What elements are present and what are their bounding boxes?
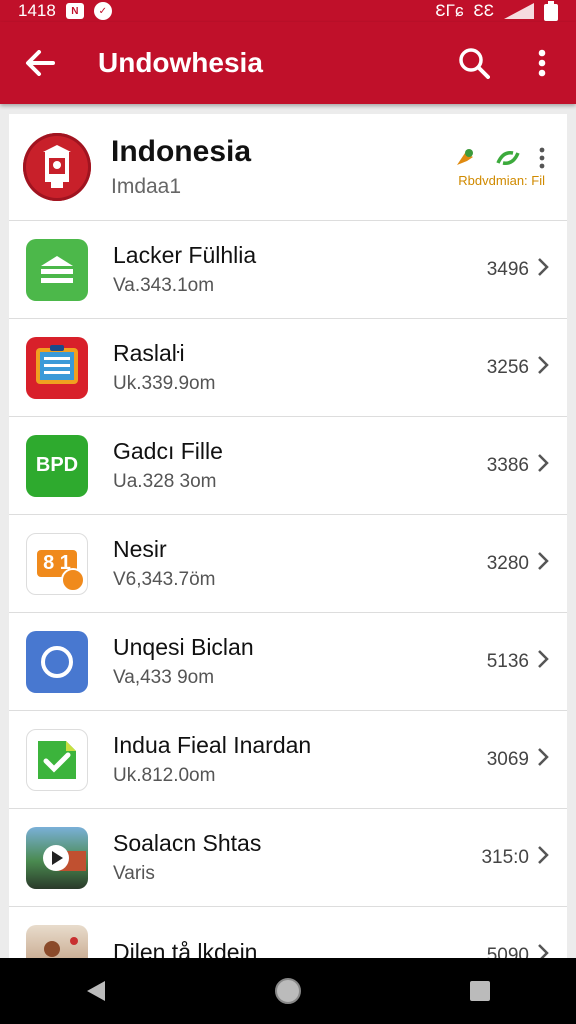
signal-icon	[504, 3, 534, 19]
blue-document-icon	[26, 336, 88, 399]
green-box-icon	[26, 238, 88, 301]
app-name: Indua Fieal Inardan	[113, 732, 312, 758]
bpd-icon: BPD	[26, 434, 88, 497]
app-bar: Undowhesia	[0, 22, 576, 104]
notification-icon: N	[65, 3, 84, 19]
list-item[interactable]: Soalacn Shtas Varis 315:0	[9, 809, 567, 907]
country-header-card[interactable]: Indonesia Imdaa1 Rbdvdmian: Fil	[9, 114, 567, 221]
app-version: Uk.812.0om	[113, 765, 216, 786]
tool-green-arrows-icon[interactable]	[495, 147, 521, 169]
list-item[interactable]: Raslaŀi Uk.339.9om 3256	[9, 319, 567, 417]
status-time: 1418	[18, 1, 56, 20]
country-subtitle: Imdaa1	[111, 175, 182, 198]
country-name: Indonesia	[111, 135, 252, 168]
app-version: Uk.339.9om	[113, 373, 216, 394]
app-count: 3386	[486, 454, 529, 476]
nav-home-button[interactable]	[258, 961, 318, 1021]
bpd-icon-text: BPD	[35, 454, 79, 476]
back-button[interactable]	[0, 22, 80, 104]
tool-orange-icon[interactable]	[453, 147, 477, 169]
nav-home-icon	[275, 978, 301, 1004]
app-count: 5136	[486, 650, 529, 672]
search-button[interactable]	[440, 22, 508, 104]
battery-icon	[544, 1, 558, 21]
list-item[interactable]: Unqesi Biclan Va,433 9om 5136	[9, 613, 567, 711]
status-text-1: ƐΓɕ	[435, 1, 464, 20]
chevron-right-icon	[537, 746, 567, 774]
nav-recents-button[interactable]	[450, 961, 510, 1021]
list-item[interactable]: BPD Gadcı Fille Ua.328 3om 3386	[9, 417, 567, 515]
system-nav-bar	[0, 958, 576, 1024]
notification-circle-icon: ✓	[93, 2, 112, 20]
orange-badge-icon: 8 1	[26, 532, 88, 595]
app-name: Raslaŀi	[113, 340, 185, 366]
tool-label: Rbdvdmian: Fil	[458, 172, 545, 188]
app-name: Nesir	[113, 536, 167, 562]
status-text-2: ƐƐ	[473, 1, 494, 20]
app-version: Va.343.1om	[113, 275, 215, 296]
app-bar-title: Undowhesia	[98, 47, 263, 78]
app-count: 3256	[486, 356, 529, 378]
app-name: Unqesi Biclan	[113, 634, 254, 660]
card-more-icon[interactable]	[539, 147, 545, 169]
chevron-right-icon	[537, 844, 567, 872]
search-icon	[459, 48, 490, 79]
green-check-file-icon	[26, 728, 88, 791]
chevron-right-icon	[537, 256, 567, 284]
app-name: Lacker Fülhlia	[113, 242, 257, 268]
app-count: 3069	[486, 748, 529, 770]
blue-circle-icon	[26, 630, 88, 693]
app-count: 315:0	[481, 846, 529, 868]
app-version: Va,433 9om	[113, 667, 215, 688]
nav-recents-icon	[470, 981, 490, 1001]
photo-play-icon	[26, 826, 88, 889]
country-emblem-icon	[23, 133, 91, 201]
list-item[interactable]: Indua Fieal Inardan Uk.812.0om 3069	[9, 711, 567, 809]
chevron-right-icon	[537, 354, 567, 382]
app-count: 3280	[486, 552, 529, 574]
app-list: Lacker Fülhlia Va.343.1om 3496 Raslaŀi U…	[9, 221, 567, 1005]
status-bar: 1418 N ✓ ƐΓɕ ƐƐ	[0, 0, 576, 22]
nav-back-button[interactable]	[66, 961, 126, 1021]
app-version: Varis	[113, 863, 155, 884]
chevron-right-icon	[537, 550, 567, 578]
app-name: Soalacn Shtas	[113, 830, 262, 856]
app-count: 3496	[486, 258, 529, 280]
arrow-left-icon	[26, 50, 55, 76]
more-vert-icon	[538, 49, 546, 77]
list-item[interactable]: 8 1 Nesir V6,343.7öm 3280	[9, 515, 567, 613]
list-item[interactable]: Lacker Fülhlia Va.343.1om 3496	[9, 221, 567, 319]
chevron-right-icon	[537, 648, 567, 676]
chevron-right-icon	[537, 452, 567, 480]
orange-dot-icon	[61, 567, 85, 592]
nav-back-icon	[87, 981, 105, 1001]
overflow-menu-button[interactable]	[508, 22, 576, 104]
app-version: V6,343.7öm	[113, 569, 216, 590]
app-version: Ua.328 3om	[113, 471, 217, 492]
app-name: Gadcı Fille	[113, 438, 223, 464]
